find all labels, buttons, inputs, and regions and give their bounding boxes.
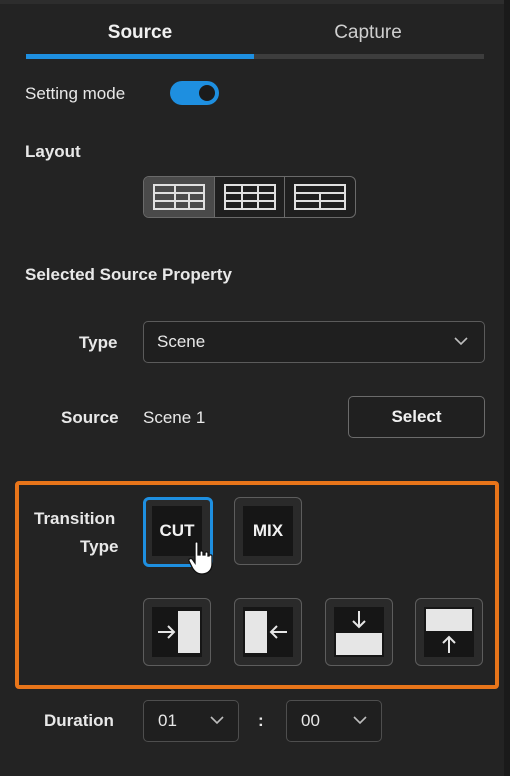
source-property-heading: Selected Source Property <box>25 265 232 284</box>
select-source-button[interactable]: Select <box>348 396 485 438</box>
wipe-left-icon <box>245 611 287 653</box>
type-value: Scene <box>157 332 206 351</box>
source-label: Source <box>61 408 119 427</box>
top-border <box>0 0 510 4</box>
transition-label-line1: Transition <box>34 509 116 528</box>
duration-seconds-value: 00 <box>301 711 320 730</box>
tab-source[interactable]: Source <box>26 22 254 48</box>
grid-layout-1-icon <box>152 184 205 210</box>
duration-seconds-dropdown[interactable]: 00 <box>286 700 382 742</box>
wipe-down-icon <box>336 611 382 655</box>
wipe-right-icon <box>158 611 200 653</box>
setting-mode-toggle[interactable] <box>170 81 219 105</box>
hand-pointer-cursor-icon <box>188 541 213 575</box>
layout-option-1[interactable] <box>144 177 215 217</box>
mix-label: MIX <box>243 506 293 556</box>
duration-separator: : <box>258 711 264 730</box>
transition-label-line2: Type <box>80 537 119 556</box>
layout-option-3[interactable] <box>285 177 355 217</box>
tab-capture[interactable]: Capture <box>254 22 482 48</box>
wipe-down-button[interactable] <box>325 598 393 666</box>
mix-button[interactable]: MIX <box>234 497 302 565</box>
panel-edge <box>504 0 510 776</box>
chevron-down-icon <box>210 716 224 725</box>
chevron-down-icon <box>353 716 367 725</box>
duration-minutes-dropdown[interactable]: 01 <box>143 700 239 742</box>
toggle-knob <box>199 85 215 101</box>
layout-option-2[interactable] <box>215 177 286 217</box>
tab-active-indicator <box>26 54 254 59</box>
layout-selector <box>143 176 356 218</box>
duration-label: Duration <box>44 711 114 730</box>
wipe-up-icon <box>426 609 472 653</box>
source-value: Scene 1 <box>143 408 206 427</box>
type-label: Type <box>79 333 118 352</box>
wipe-left-button[interactable] <box>234 598 302 666</box>
type-dropdown[interactable]: Scene <box>143 321 485 363</box>
layout-heading: Layout <box>25 142 81 161</box>
wipe-up-button[interactable] <box>415 598 483 666</box>
grid-layout-3-icon <box>294 184 347 210</box>
setting-mode-label: Setting mode <box>25 84 126 103</box>
chevron-down-icon <box>454 337 468 346</box>
wipe-right-button[interactable] <box>143 598 211 666</box>
grid-layout-2-icon <box>223 184 276 210</box>
duration-minutes-value: 01 <box>158 711 177 730</box>
